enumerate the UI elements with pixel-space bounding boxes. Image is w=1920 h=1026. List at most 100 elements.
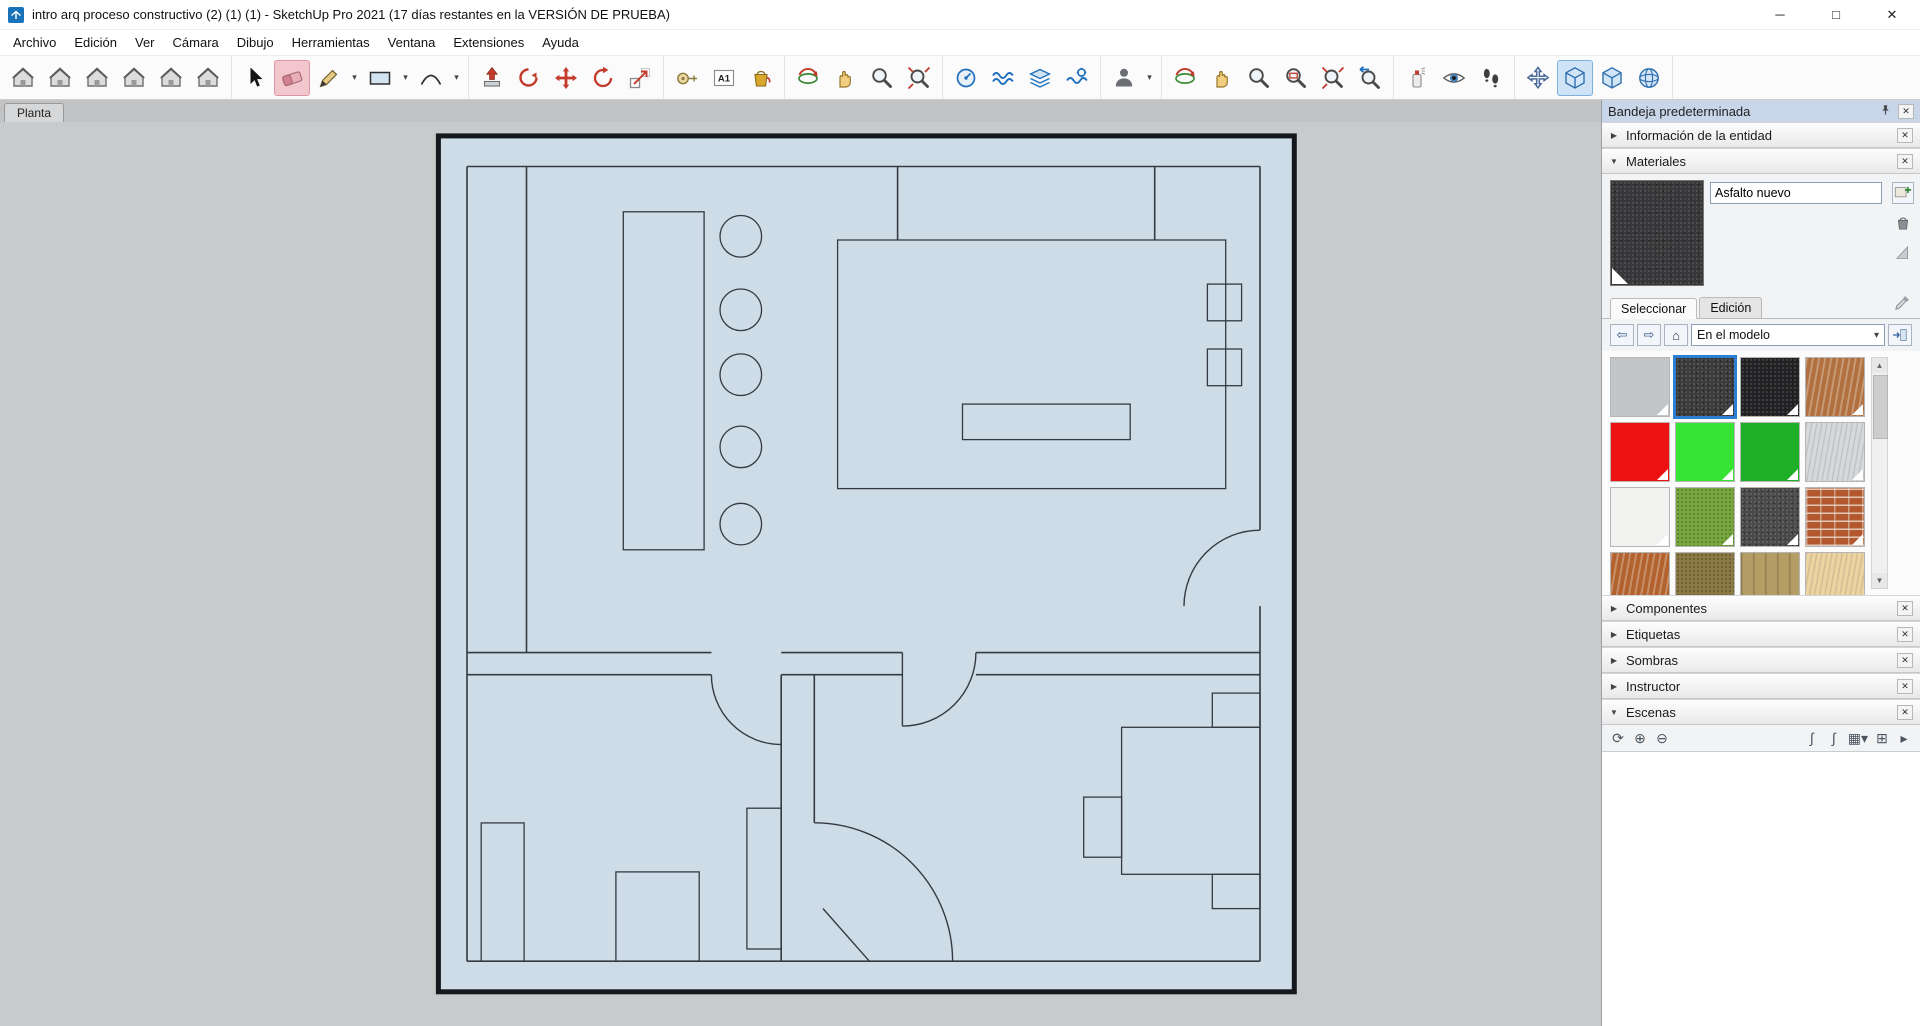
shapes-tool-dropdown-icon[interactable]: ▾ xyxy=(399,60,412,96)
view-right-button[interactable] xyxy=(116,60,152,96)
material-swatch[interactable] xyxy=(1805,422,1865,482)
material-swatch[interactable] xyxy=(1805,357,1865,417)
menu-dibujo[interactable]: Dibujo xyxy=(228,32,283,53)
zoom-extents-2-button[interactable] xyxy=(1315,60,1351,96)
swatch-scrollbar[interactable]: ▲ ▼ xyxy=(1871,357,1888,589)
sphere-view-button[interactable] xyxy=(1631,60,1667,96)
collection-dropdown[interactable]: En el modelo ▾ xyxy=(1691,324,1885,346)
zoom-previous-button[interactable] xyxy=(1352,60,1388,96)
line-tool-button[interactable] xyxy=(311,60,347,96)
pin-icon[interactable] xyxy=(1877,104,1893,119)
look-around-button[interactable] xyxy=(1436,60,1472,96)
menu-camara[interactable]: Cámara xyxy=(164,32,228,53)
scroll-up-icon[interactable]: ▲ xyxy=(1872,358,1887,373)
section-close-button[interactable]: ✕ xyxy=(1897,678,1913,694)
material-name-input[interactable] xyxy=(1710,182,1882,204)
zoom-2-button[interactable] xyxy=(1241,60,1277,96)
secondary-pane-button[interactable] xyxy=(1888,324,1912,346)
scrollbar-thumb[interactable] xyxy=(1873,375,1888,439)
section-close-button[interactable]: ✕ xyxy=(1897,127,1913,143)
material-swatch[interactable] xyxy=(1675,422,1735,482)
menu-herramientas[interactable]: Herramientas xyxy=(283,32,379,53)
update-scenes-button[interactable]: ⟳ xyxy=(1608,728,1628,748)
add-scene-button[interactable]: ⊕ xyxy=(1630,728,1650,748)
view-front-button[interactable] xyxy=(79,60,115,96)
forward-arrow-button[interactable]: ⇨ xyxy=(1637,324,1661,346)
orbit-2-button[interactable] xyxy=(1167,60,1203,96)
user-camera-button[interactable] xyxy=(1106,60,1142,96)
view-back-button[interactable] xyxy=(153,60,189,96)
move-tool-button[interactable] xyxy=(548,60,584,96)
pan-2-button[interactable] xyxy=(1204,60,1240,96)
iso-cube-button[interactable] xyxy=(1557,59,1593,96)
remove-scene-button[interactable]: ⊖ xyxy=(1652,728,1672,748)
material-swatch[interactable] xyxy=(1740,357,1800,417)
tab-edicion[interactable]: Edición xyxy=(1699,297,1763,318)
arc-tool-button[interactable] xyxy=(413,60,449,96)
zoom-extents-button[interactable] xyxy=(901,60,937,96)
menu-extensiones[interactable]: Extensiones xyxy=(444,32,533,53)
minimize-button[interactable]: ─ xyxy=(1752,0,1808,29)
arc-tool-dropdown-icon[interactable]: ▾ xyxy=(450,60,463,96)
sandbox-gauge-button[interactable] xyxy=(948,60,984,96)
tab-seleccionar[interactable]: Seleccionar xyxy=(1610,298,1698,319)
section-tags[interactable]: ▶ Etiquetas ✕ xyxy=(1602,621,1920,647)
box-view-button[interactable] xyxy=(1594,60,1630,96)
scenes-list[interactable] xyxy=(1602,751,1920,1026)
floor-plan-viewport[interactable] xyxy=(0,122,1601,1026)
material-swatch[interactable] xyxy=(1673,355,1737,419)
material-swatch[interactable] xyxy=(1805,487,1865,547)
material-swatch[interactable] xyxy=(1740,552,1800,595)
section-close-button[interactable]: ✕ xyxy=(1897,626,1913,642)
section-close-button[interactable]: ✕ xyxy=(1897,600,1913,616)
follow-me-button[interactable] xyxy=(511,60,547,96)
tray-close-button[interactable]: ✕ xyxy=(1898,103,1914,119)
push-pull-button[interactable] xyxy=(474,60,510,96)
menu-ayuda[interactable]: Ayuda xyxy=(533,32,588,53)
sandbox-contours-button[interactable] xyxy=(985,60,1021,96)
material-thumbnail[interactable] xyxy=(1610,180,1704,286)
section-entity-info[interactable]: ▶ Información de la entidad ✕ xyxy=(1602,122,1920,148)
sandbox-modify-button[interactable] xyxy=(1059,60,1095,96)
material-swatch[interactable] xyxy=(1610,552,1670,595)
paint-bucket-small-icon[interactable] xyxy=(1892,212,1914,234)
menu-archivo[interactable]: Archivo xyxy=(4,32,65,53)
menu-ventana[interactable]: Ventana xyxy=(379,32,445,53)
sandbox-layers-button[interactable] xyxy=(1022,60,1058,96)
select-tool-button[interactable] xyxy=(237,60,273,96)
material-swatch[interactable] xyxy=(1610,487,1670,547)
material-swatch[interactable] xyxy=(1740,422,1800,482)
sample-paint-triangle-icon[interactable] xyxy=(1892,242,1914,264)
home-button[interactable]: ⌂ xyxy=(1664,324,1688,346)
paint-bucket-button[interactable] xyxy=(743,60,779,96)
eyedropper-icon[interactable] xyxy=(1892,294,1912,314)
section-components[interactable]: ▶ Componentes ✕ xyxy=(1602,595,1920,621)
material-swatch[interactable] xyxy=(1610,357,1670,417)
tape-measure-button[interactable] xyxy=(669,60,705,96)
section-close-button[interactable]: ✕ xyxy=(1897,704,1913,720)
zoom-window-button[interactable] xyxy=(1278,60,1314,96)
line-tool-dropdown-icon[interactable]: ▾ xyxy=(348,60,361,96)
zoom-button[interactable] xyxy=(864,60,900,96)
section-scenes[interactable]: ▼ Escenas ✕ xyxy=(1602,699,1920,725)
view-iso-button[interactable] xyxy=(5,60,41,96)
position-camera-button[interactable] xyxy=(1399,60,1435,96)
maximize-button[interactable]: □ xyxy=(1808,0,1864,29)
orbit-button[interactable] xyxy=(790,60,826,96)
menu-edicion[interactable]: Edición xyxy=(65,32,126,53)
add-thumbnail-button[interactable]: ⊞ xyxy=(1872,728,1892,748)
menu-ver[interactable]: Ver xyxy=(126,32,164,53)
text-tool-button[interactable]: A1 xyxy=(706,60,742,96)
section-materials[interactable]: ▼ Materiales ✕ xyxy=(1602,148,1920,174)
rotate-tool-button[interactable] xyxy=(585,60,621,96)
section-instructor[interactable]: ▶ Instructor ✕ xyxy=(1602,673,1920,699)
view-left-button[interactable] xyxy=(190,60,226,96)
move-scene-down-button[interactable]: ∫ xyxy=(1802,728,1822,748)
eraser-tool-button[interactable] xyxy=(274,59,310,96)
create-material-button[interactable] xyxy=(1892,182,1914,204)
section-close-button[interactable]: ✕ xyxy=(1897,652,1913,668)
material-swatch[interactable] xyxy=(1675,552,1735,595)
close-button[interactable]: ✕ xyxy=(1864,0,1920,29)
back-arrow-button[interactable]: ⇦ xyxy=(1610,324,1634,346)
scene-details-button[interactable]: ▸ xyxy=(1894,728,1914,748)
